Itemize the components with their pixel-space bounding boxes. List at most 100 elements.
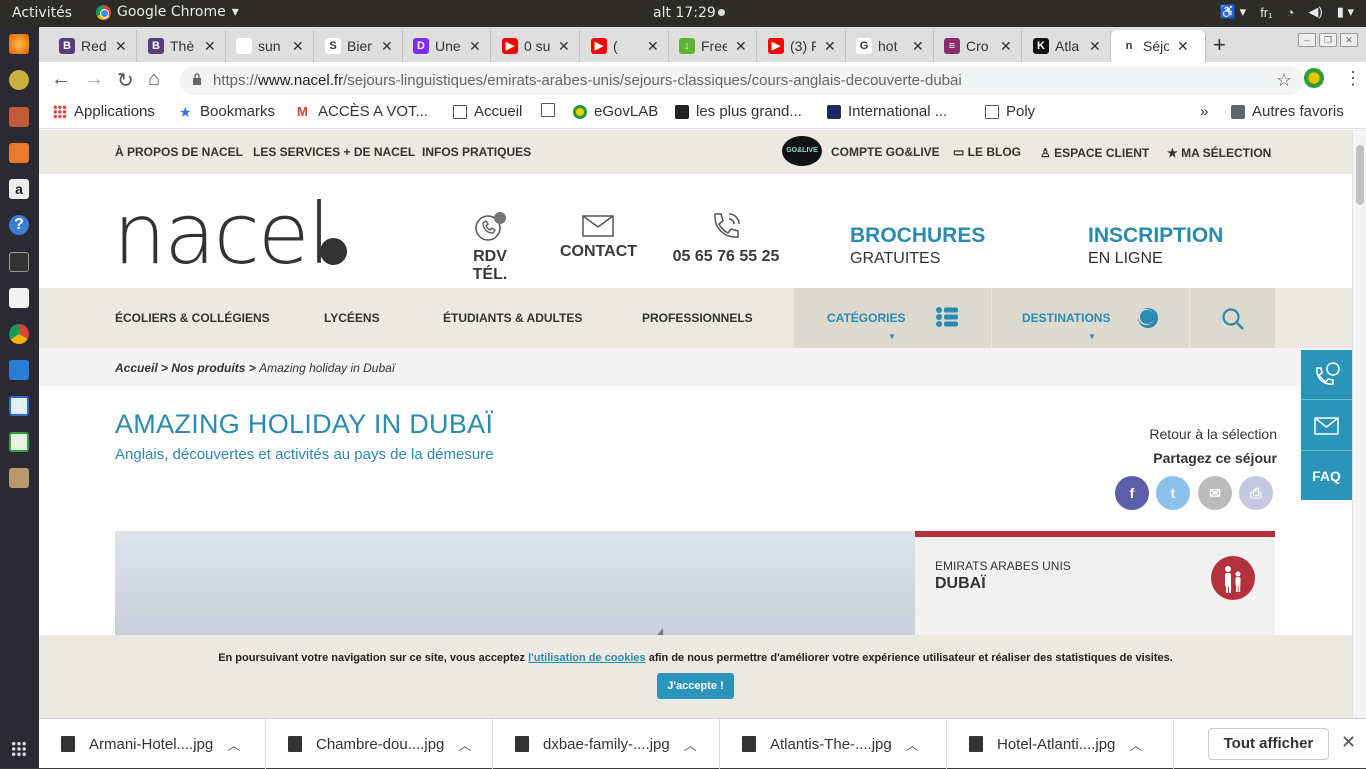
download-item[interactable]: Chambre-dou....jpg ︿ [266, 719, 493, 769]
tab-close-icon[interactable]: ✕ [735, 38, 747, 55]
files-icon[interactable] [9, 107, 29, 127]
browser-tab[interactable]: D Une ✕ [403, 30, 491, 62]
chevron-up-icon[interactable]: ︿ [1129, 735, 1142, 754]
tab-close-icon[interactable]: ✕ [469, 38, 481, 55]
search-button[interactable] [1190, 288, 1275, 348]
util-link-blog[interactable]: ▭ LE BLOG [953, 145, 1021, 159]
chevron-up-icon[interactable]: ︿ [684, 735, 697, 754]
tab-close-icon[interactable]: ✕ [204, 38, 216, 55]
chevron-up-icon[interactable]: ︿ [906, 735, 919, 754]
nav-ecoliers[interactable]: ÉCOLIERS & COLLÉGIENS [115, 311, 270, 325]
bookmark-item[interactable]: Poly [985, 103, 1035, 120]
tab-close-icon[interactable]: ✕ [292, 38, 304, 55]
tab-close-icon[interactable]: ✕ [912, 38, 924, 55]
browser-tab[interactable]: Ghot ✕ [846, 30, 934, 62]
software-icon[interactable] [9, 143, 29, 163]
accept-cookies-button[interactable]: J'accepte ! [657, 673, 734, 699]
util-link-infos[interactable]: INFOS PRATIQUES [422, 145, 531, 159]
breadcrumb-products[interactable]: Nos produits [171, 361, 245, 375]
browser-tab[interactable]: ▶ 0 su ✕ [492, 30, 580, 62]
tab-close-icon[interactable]: ✕ [558, 38, 570, 55]
close-window-button[interactable]: ✕ [1340, 33, 1358, 47]
wifi-icon[interactable]: ◔ [1287, 5, 1295, 20]
rhythmbox-icon[interactable] [9, 70, 29, 90]
nav-etudiants[interactable]: ÉTUDIANTS & ADULTES [443, 311, 582, 325]
email-button[interactable] [1301, 401, 1352, 451]
chevron-up-icon[interactable]: ︿ [458, 735, 471, 754]
show-all-downloads-button[interactable]: Tout afficher [1208, 728, 1329, 760]
bookmark-star-icon[interactable]: ☆ [1276, 70, 1292, 91]
document-icon[interactable] [9, 288, 29, 308]
maximize-button[interactable]: ❐ [1319, 33, 1337, 47]
inscription-link[interactable]: INSCRIPTION EN LIGNE [1088, 224, 1223, 268]
browser-tab[interactable]: ≡ Cro ✕ [934, 30, 1022, 62]
amazon-icon[interactable]: a [9, 179, 29, 199]
bookmark-item[interactable]: Accueil [453, 103, 522, 120]
facebook-icon[interactable]: f [1115, 476, 1149, 510]
breadcrumb-home[interactable]: Accueil [115, 361, 158, 375]
browser-tab[interactable]: ↓ Free ✕ [669, 30, 757, 62]
nav-categories[interactable]: CATÉGORIES ▼ [794, 288, 991, 348]
nav-destinations[interactable]: DESTINATIONS ▼ [992, 288, 1189, 348]
browser-tab[interactable]: B Thè ✕ [138, 30, 226, 62]
browser-tab[interactable]: ▶ (3) F ✕ [758, 30, 846, 62]
mail-icon[interactable]: ✉ [1198, 476, 1232, 510]
minimize-button[interactable]: – [1298, 33, 1316, 47]
show-apps-icon[interactable] [11, 741, 27, 757]
bookmark-item[interactable]: eGovLAB [573, 103, 658, 120]
back-button[interactable]: ← [51, 68, 71, 91]
bookmark-item[interactable]: International ... [827, 103, 947, 120]
tab-close-icon[interactable]: ✕ [115, 38, 127, 55]
extension-icon[interactable] [1304, 68, 1324, 88]
bookmark-item[interactable]: les plus grand... [675, 103, 802, 120]
nav-lyceens[interactable]: LYCÉENS [324, 311, 380, 325]
bookmarks-overflow-button[interactable]: » [1200, 103, 1208, 120]
rdv-tel-button[interactable]: RDV TÉL. [456, 210, 524, 284]
battery-icon[interactable]: ▮ ▾ [1337, 4, 1354, 20]
browser-tab[interactable]: S Bier ✕ [315, 30, 403, 62]
other-bookmarks-folder[interactable]: Autres favoris [1231, 103, 1344, 120]
firefox-icon[interactable] [9, 34, 29, 54]
callback-button[interactable] [1301, 350, 1352, 400]
app-menu[interactable]: Google Chrome ▾ [96, 4, 239, 20]
faq-button[interactable]: FAQ [1301, 468, 1352, 484]
bookmark-item[interactable] [541, 103, 562, 117]
address-bar[interactable]: https://www.nacel.fr/sejours-linguistiqu… [180, 66, 1304, 95]
download-item[interactable]: Atlantis-The-....jpg ︿ [720, 719, 947, 769]
util-link-golive[interactable]: COMPTE GO&LIVE [831, 145, 940, 159]
twitter-icon[interactable]: t [1156, 476, 1190, 510]
util-link-client[interactable]: ♙ ESPACE CLIENT [1040, 146, 1149, 160]
tab-close-icon[interactable]: ✕ [647, 38, 659, 55]
cookie-policy-link[interactable]: l'utilisation de cookies [528, 652, 646, 664]
writer-icon[interactable] [9, 396, 29, 416]
chrome-menu-icon[interactable]: ⋮ [1344, 68, 1362, 89]
browser-tab[interactable]: sun ✕ [226, 30, 314, 62]
browser-tab[interactable]: B Red ✕ [49, 30, 137, 62]
util-link-about[interactable]: À PROPOS DE NACEL [115, 145, 243, 159]
chrome-icon[interactable] [9, 324, 29, 344]
home-button[interactable]: ⌂ [148, 68, 160, 91]
browser-tab[interactable]: ▶ (✕ [581, 30, 669, 62]
volume-icon[interactable]: ◀) [1308, 4, 1322, 20]
chevron-up-icon[interactable]: ︿ [227, 735, 240, 754]
tab-close-icon[interactable]: ✕ [824, 38, 836, 55]
phone-number-link[interactable]: 05 65 76 55 25 [672, 210, 780, 266]
contact-button[interactable]: CONTACT [560, 215, 637, 261]
util-link-services[interactable]: LES SERVICES + DE NACEL [253, 145, 415, 159]
archive-icon[interactable] [9, 468, 29, 488]
tab-close-icon[interactable]: ✕ [1000, 38, 1012, 55]
nacel-logo[interactable]: nacel [113, 192, 331, 282]
tab-close-icon[interactable]: ✕ [1089, 38, 1101, 55]
browser-tab[interactable]: K Atla ✕ [1023, 30, 1111, 62]
scrollbar-thumb[interactable] [1356, 145, 1364, 205]
language-indicator[interactable]: fr₁ [1260, 5, 1272, 20]
tab-close-icon[interactable]: ✕ [381, 38, 393, 55]
calc-icon[interactable] [9, 432, 29, 452]
help-icon[interactable]: ? [9, 215, 29, 235]
activities-button[interactable]: Activités [12, 5, 72, 21]
terminal-icon[interactable] [9, 252, 29, 272]
back-to-selection-link[interactable]: Retour à la sélection [1149, 426, 1277, 442]
tab-close-icon[interactable]: ✕ [1177, 38, 1189, 55]
download-item[interactable]: Armani-Hotel....jpg ︿ [39, 719, 266, 769]
util-link-selection[interactable]: ★ MA SÉLECTION [1167, 146, 1271, 160]
